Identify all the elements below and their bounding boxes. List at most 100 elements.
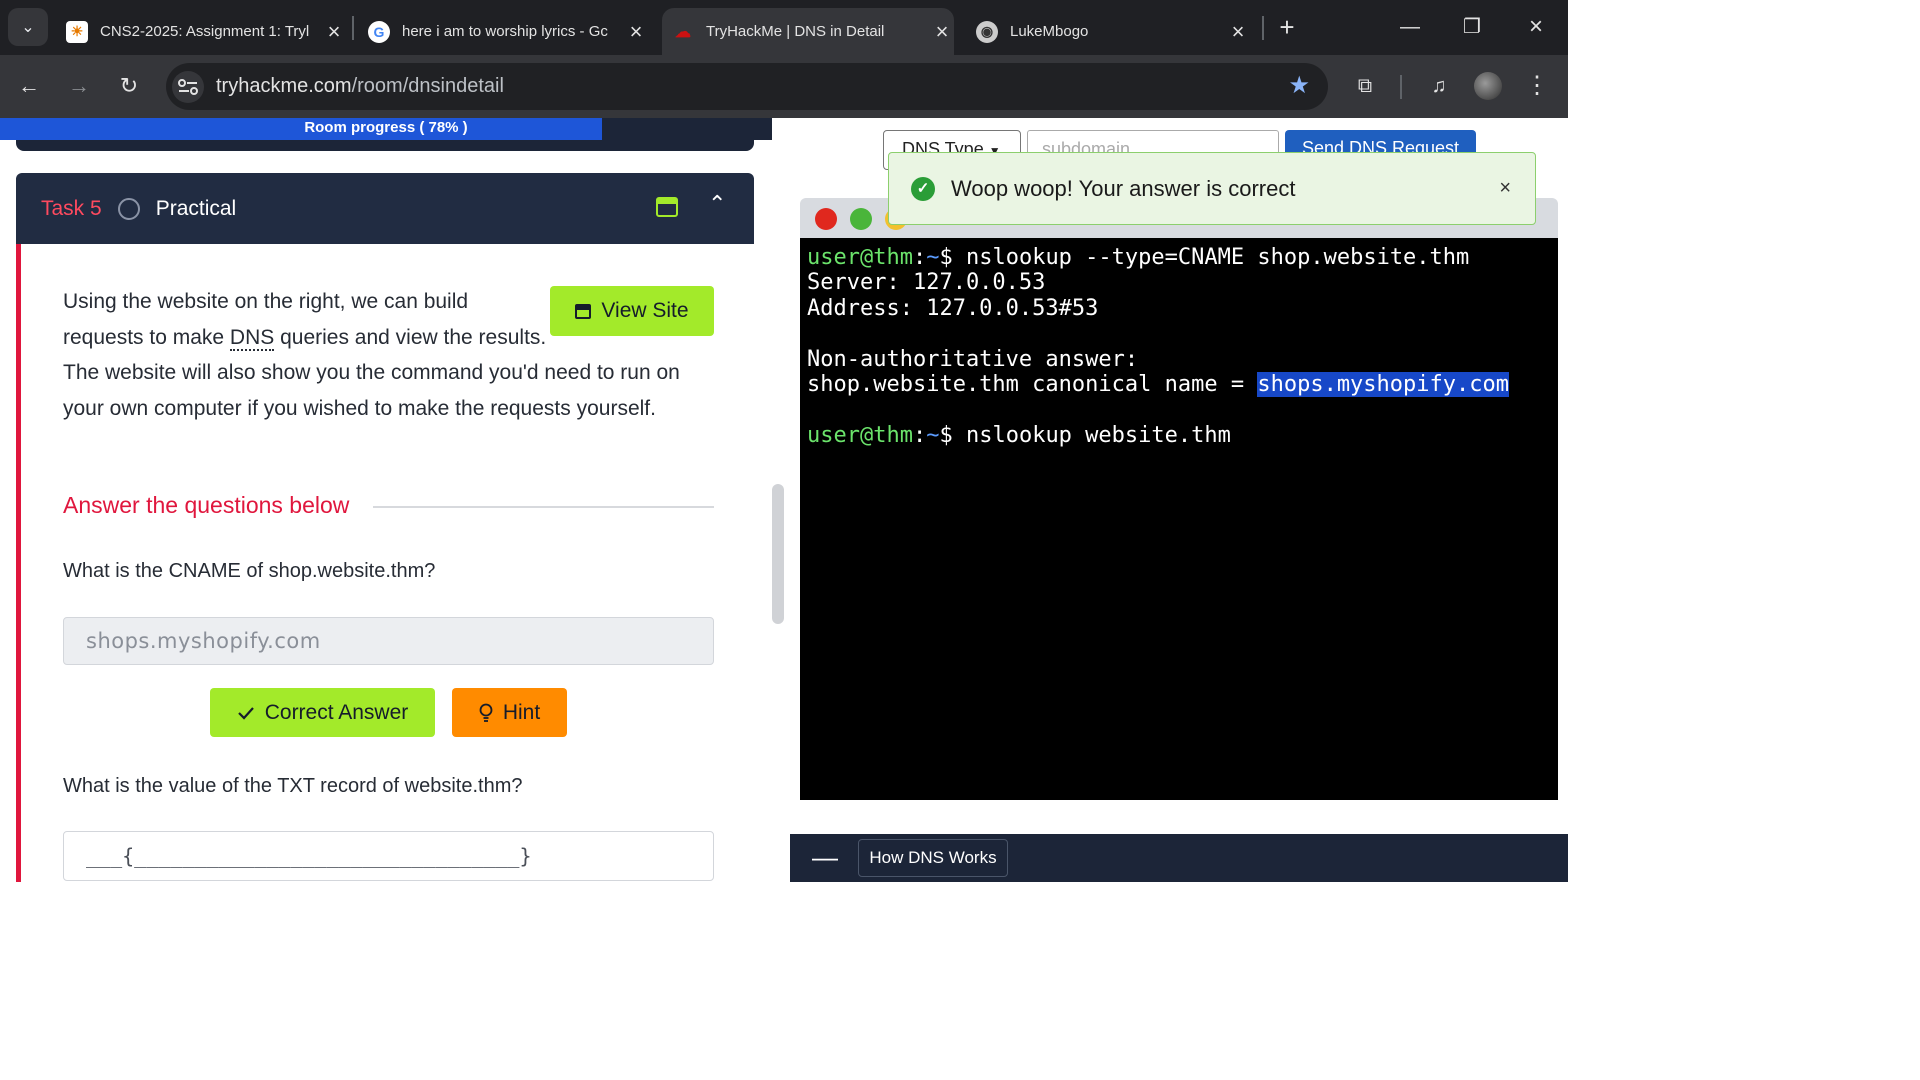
reload-icon[interactable]: ↻ [112, 69, 146, 103]
minimize-window-icon[interactable]: — [1390, 10, 1430, 44]
question-2-answer-field[interactable]: ___{________________________________} [63, 831, 714, 881]
browser-tab-assignment[interactable]: ☀ CNS2-2025: Assignment 1: Tryl × [56, 8, 346, 55]
prompt-dir: ~ [926, 245, 940, 270]
terminal-line: Address: 127.0.0.53#53 [807, 295, 1099, 321]
browser-toolbar: ← → ↻ tryhackme.com/room/dnsindetail ★ ⧉… [0, 55, 1568, 118]
url-domain: tryhackme.com [216, 75, 352, 97]
terminal-text: shop.website.thm canonical name = [807, 372, 1258, 398]
prompt-user: user@thm [807, 245, 913, 270]
close-tab-icon[interactable]: × [1226, 19, 1250, 45]
prompt-end: $ [939, 422, 966, 448]
description-text: queries and view the results. [274, 325, 547, 349]
terminal-line: user@thm:~$ nslookup website.thm [807, 423, 1558, 448]
success-toast: ✓ Woop woop! Your answer is correct × [888, 152, 1536, 225]
terminal-line: Non-authoritative answer: [807, 346, 1139, 372]
browser-tab-tryhackme[interactable]: ☁ TryHackMe | DNS in Detail × [662, 8, 954, 55]
room-content-panel: Room progress ( 78% ) Task 5 Practical ⌃… [0, 118, 790, 882]
how-dns-works-tab[interactable]: How DNS Works [858, 839, 1008, 877]
task-number: Task 5 [41, 196, 102, 220]
content-scrollbar[interactable] [772, 484, 784, 624]
heading-divider [373, 506, 714, 508]
terminal-line: user@thm:~$ nslookup --type=CNAME shop.w… [807, 245, 1558, 270]
room-progress-label: Room progress ( 78% ) [304, 119, 468, 136]
hint-button[interactable]: Hint [452, 688, 567, 737]
task-header[interactable]: Task 5 Practical ⌃ [16, 173, 754, 244]
terminal-maximize-dot[interactable] [850, 208, 872, 230]
restore-window-icon[interactable]: ❐ [1452, 10, 1492, 44]
terminal-close-dot[interactable] [815, 208, 837, 230]
prompt-end: $ [939, 245, 966, 270]
description-line: your own computer if you wished to make … [63, 397, 656, 421]
tab-title: CNS2-2025: Assignment 1: Tryl [100, 23, 310, 40]
close-icon[interactable]: × [1499, 177, 1511, 200]
terminal-line: shop.website.thm canonical name = shops.… [807, 372, 1558, 398]
split-view-bottom-bar: — How DNS Works [790, 834, 1568, 882]
dns-abbreviation[interactable]: DNS [229, 325, 275, 351]
media-control-icon[interactable]: ♫ [1422, 69, 1456, 103]
forward-arrow-icon[interactable]: → [62, 69, 96, 103]
hint-label: Hint [502, 700, 541, 724]
minimize-split-icon[interactable]: — [812, 842, 838, 873]
browser-window-icon [575, 303, 592, 319]
task-status-circle-icon [117, 197, 140, 220]
address-bar[interactable]: tryhackme.com/room/dnsindetail ★ [166, 63, 1328, 110]
extensions-puzzle-icon[interactable]: ⧉ [1348, 69, 1382, 103]
dns-site-panel: DNS Type ▼ subdomain Send DNS Request us… [790, 118, 1568, 882]
view-site-button[interactable]: View Site [550, 286, 714, 336]
tab-title: LukeMbogo [1010, 23, 1089, 40]
prompt-user: user@thm [807, 422, 913, 448]
github-icon: ◉ [976, 20, 998, 43]
browser-tab-github[interactable]: ◉ LukeMbogo × [966, 8, 1250, 55]
browser-tab-bar: ⌄ ☀ CNS2-2025: Assignment 1: Tryl × G he… [0, 0, 1568, 55]
tryhackme-icon: ☁ [675, 23, 691, 41]
correct-answer-button[interactable]: Correct Answer [210, 688, 435, 737]
check-icon [237, 706, 254, 720]
prompt-dir: ~ [926, 422, 940, 448]
correct-answer-label: Correct Answer [264, 700, 409, 724]
more-menu-icon[interactable]: ⋮ [1520, 69, 1554, 103]
toast-message: Woop woop! Your answer is correct [951, 175, 1296, 201]
task-body: Using the website on the right, we can b… [16, 244, 754, 882]
close-window-icon[interactable]: × [1516, 10, 1556, 44]
lightbulb-icon [479, 703, 493, 722]
description-text: requests to make [63, 325, 230, 349]
new-tab-plus-icon[interactable]: + [1273, 12, 1301, 42]
bookmark-star-icon[interactable]: ★ [1288, 71, 1310, 100]
terminal-command: nslookup website.thm [965, 422, 1231, 448]
previous-task-footer [16, 140, 754, 151]
back-arrow-icon[interactable]: ← [12, 69, 46, 103]
browser-tab-google[interactable]: G here i am to worship lyrics - Gc × [358, 8, 648, 55]
view-site-label: View Site [601, 299, 689, 322]
tab-separator [352, 16, 354, 40]
tab-separator [1262, 16, 1264, 40]
highlighted-cname: shops.myshopify.com [1257, 372, 1510, 398]
terminal-output[interactable]: user@thm:~$ nslookup --type=CNAME shop.w… [800, 238, 1558, 800]
prompt-sep: : [912, 422, 927, 448]
chevron-up-icon[interactable]: ⌃ [708, 191, 726, 217]
tab-title: here i am to worship lyrics - Gc [402, 23, 608, 40]
terminal-line: Server: 127.0.0.53 [807, 270, 1046, 296]
calendar-icon[interactable] [656, 197, 678, 217]
tab-search-chevron-icon[interactable]: ⌄ [8, 8, 48, 46]
profile-avatar[interactable] [1474, 72, 1502, 100]
site-settings-icon[interactable] [172, 70, 204, 103]
tab-title: TryHackMe | DNS in Detail [706, 23, 885, 40]
terminal-command: nslookup --type=CNAME shop.website.thm [965, 245, 1470, 270]
task-title: Practical [155, 196, 237, 220]
question-2-text: What is the value of the TXT record of w… [63, 775, 523, 797]
check-circle-icon: ✓ [911, 176, 935, 201]
prompt-sep: : [912, 245, 927, 270]
toolbar-separator [1400, 75, 1402, 99]
close-tab-icon[interactable]: × [930, 19, 954, 45]
url-text: tryhackme.com/room/dnsindetail [216, 75, 504, 98]
description-line: The website will also show you the comma… [63, 361, 680, 385]
google-icon: G [368, 20, 390, 43]
close-tab-icon[interactable]: × [322, 19, 346, 45]
url-path: /room/dnsindetail [351, 75, 504, 97]
question-1-answer-field[interactable]: shops.myshopify.com [63, 617, 714, 665]
close-tab-icon[interactable]: × [624, 19, 648, 45]
question-1-text: What is the CNAME of shop.website.thm? [63, 560, 436, 582]
room-progress-bar: Room progress ( 78% ) [0, 118, 772, 140]
